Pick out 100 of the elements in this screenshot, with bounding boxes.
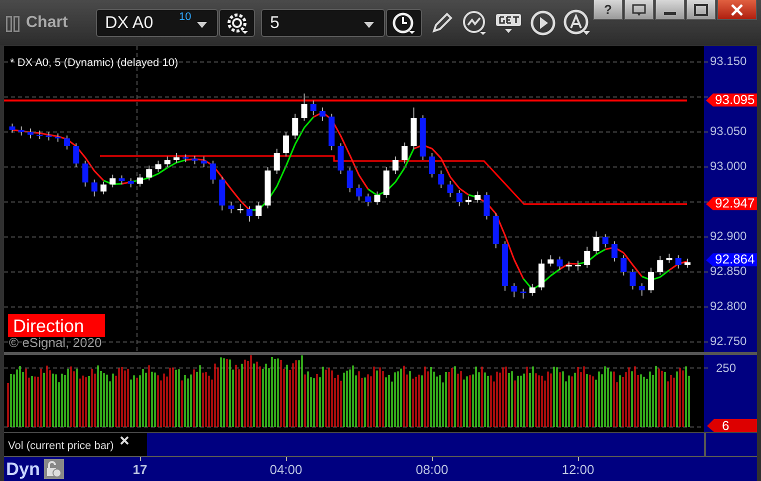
scale-mode-label: Dyn	[6, 458, 40, 480]
candlestick	[612, 240, 618, 262]
candlestick	[64, 135, 70, 150]
play-icon[interactable]	[530, 10, 556, 36]
time-label: 12:00	[562, 462, 594, 477]
help-button[interactable]: ?	[593, 0, 623, 20]
minimize-icon	[664, 12, 676, 14]
candlestick	[9, 123, 16, 134]
chart-legend: * DX A0, 5 (Dynamic) (delayed 10)	[10, 57, 178, 69]
candlestick	[684, 258, 690, 268]
maximize-icon	[694, 4, 708, 16]
candlestick	[484, 192, 490, 220]
candlestick	[346, 167, 353, 193]
candlestick	[620, 254, 627, 276]
candlestick	[402, 142, 408, 164]
candlestick	[675, 254, 682, 269]
candlestick	[82, 160, 88, 188]
candlestick	[210, 160, 216, 184]
window-title: Chart	[26, 14, 69, 32]
candlestick	[310, 100, 316, 116]
candlestick	[648, 267, 654, 294]
candlestick	[110, 174, 116, 188]
grip-icon[interactable]	[6, 16, 20, 32]
candlestick	[174, 152, 180, 164]
caret-icon[interactable]	[364, 22, 374, 28]
close-icon[interactable]	[120, 436, 129, 445]
candlestick	[28, 128, 34, 139]
candlestick	[666, 253, 672, 264]
candlestick	[200, 156, 207, 168]
candlestick	[474, 191, 481, 204]
price-tag-label: 92.947	[715, 196, 755, 211]
candlestick	[118, 174, 125, 186]
candlestick	[356, 184, 362, 202]
settings-button[interactable]	[219, 8, 255, 36]
time-label: 04:00	[270, 462, 302, 477]
study-legend: Vol (current price bar)	[8, 440, 114, 452]
clock-button[interactable]	[386, 8, 422, 36]
price-tick-label: 93.050	[710, 124, 747, 138]
candlestick	[128, 178, 134, 188]
candlestick	[529, 283, 536, 296]
candlestick	[155, 160, 162, 172]
candlestick	[283, 132, 289, 158]
gear-icon	[225, 10, 249, 34]
candlestick	[593, 230, 600, 254]
symbol-field[interactable]: DX A0 10	[96, 8, 218, 36]
lock-icon[interactable]	[44, 459, 64, 479]
candlestick	[447, 180, 454, 198]
price-tick-label: 92.900	[710, 229, 747, 244]
maximize-button[interactable]	[686, 0, 716, 20]
volume-tag-label: 6	[722, 418, 730, 432]
candlestick	[630, 268, 636, 290]
candlestick	[584, 246, 590, 268]
candlestick	[511, 282, 518, 298]
close-button[interactable]	[717, 0, 757, 20]
candlestick	[91, 179, 98, 197]
candlestick	[602, 234, 608, 248]
minimize-button[interactable]	[655, 0, 685, 20]
candlestick	[566, 261, 572, 272]
candlestick	[520, 288, 526, 300]
candlestick	[246, 206, 252, 222]
price-tick-label: 92.750	[710, 334, 747, 348]
candlestick	[538, 258, 544, 291]
candlestick	[164, 156, 170, 168]
candlestick	[274, 148, 280, 175]
candlestick	[556, 256, 563, 270]
clock-icon	[392, 10, 416, 34]
alert-icon[interactable]	[563, 8, 591, 36]
direction-label: Direction	[8, 314, 105, 337]
candlestick	[429, 152, 435, 178]
price-tick-label: 92.800	[710, 299, 747, 314]
candlestick	[438, 170, 444, 189]
candlestick	[301, 93, 308, 122]
price-tick-label: 93.000	[710, 159, 747, 174]
delay-count: 10	[179, 10, 192, 22]
copyright-text: © eSignal, 2020	[9, 335, 102, 350]
candlestick	[456, 190, 462, 207]
candlestick	[638, 282, 645, 296]
candlestick	[137, 174, 143, 188]
caret-icon[interactable]	[197, 22, 207, 28]
volume-tick-label: 250	[716, 361, 736, 375]
candlestick	[657, 255, 664, 276]
candlestick	[256, 202, 262, 220]
line-chart-icon[interactable]	[462, 10, 488, 36]
candlestick	[365, 193, 372, 207]
restore-icon	[632, 4, 646, 16]
candlestick	[374, 191, 380, 206]
day-label: 17	[132, 462, 148, 477]
interval-field[interactable]: 5	[261, 8, 385, 36]
candlestick	[100, 181, 106, 195]
time-label: 08:00	[416, 462, 448, 477]
restore-button[interactable]	[624, 0, 654, 20]
candlestick	[146, 165, 152, 181]
candlestick	[392, 156, 398, 175]
price-tag-label: 93.095	[715, 92, 755, 107]
price-tick-label: 93.150	[710, 54, 747, 68]
price-tick-label: 92.850	[710, 264, 747, 278]
candlestick	[73, 142, 80, 168]
price-tag-label: 92.864	[715, 252, 755, 267]
candlestick	[18, 126, 24, 136]
candlestick	[292, 113, 298, 140]
